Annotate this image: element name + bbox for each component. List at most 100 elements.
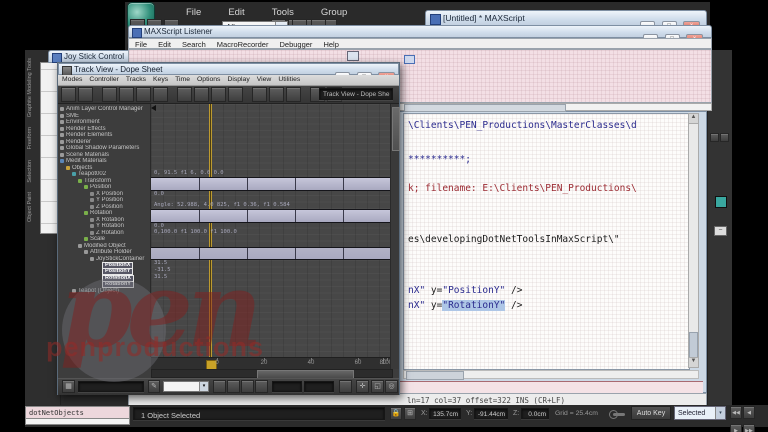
- exclude-left-end-icon[interactable]: [252, 87, 267, 102]
- side-tab-graphite-modeling-tools[interactable]: Graphite Modeling Tools: [27, 58, 33, 117]
- pan-icon[interactable]: ✛: [356, 380, 369, 393]
- simple-copy-icon[interactable]: [241, 380, 254, 393]
- vscroll-thumb[interactable]: [392, 107, 400, 151]
- lock-selection-icon[interactable]: [286, 87, 301, 102]
- previous-frame-button[interactable]: ◀: [743, 406, 755, 419]
- key-divider[interactable]: [295, 248, 296, 259]
- x-coordinate-field[interactable]: 135.7cm: [429, 408, 461, 419]
- mini-listener-field[interactable]: dotNetObjects: [25, 406, 130, 419]
- start-time-field[interactable]: [272, 381, 302, 392]
- tv-menu-controller[interactable]: Controller: [89, 75, 118, 83]
- hscroll-thumb[interactable]: [406, 371, 464, 380]
- tree-item-anim-layer-control-manager[interactable]: Anim Layer Control Manager: [58, 106, 150, 113]
- menu-edit[interactable]: Edit: [228, 7, 244, 18]
- scale-keys-icon[interactable]: [136, 87, 151, 102]
- tree-item-teapot-object-[interactable]: Teapot (Object): [58, 288, 150, 295]
- tv-menu-display[interactable]: Display: [227, 75, 249, 83]
- side-tab-object-paint[interactable]: Object Paint: [27, 192, 33, 222]
- key-stats-field[interactable]: [78, 381, 144, 392]
- trackview-hscrollbar[interactable]: [151, 369, 393, 379]
- side-tab-selection[interactable]: Selection: [27, 160, 33, 183]
- tree-item-global-shadow-parameters[interactable]: Global Shadow Parameters: [58, 145, 150, 152]
- selection-lock-icon[interactable]: 🔒: [390, 407, 402, 420]
- mini-listener-white-line[interactable]: [25, 419, 130, 425]
- key-divider[interactable]: [343, 177, 344, 190]
- utilities-hammer-icon[interactable]: [720, 133, 729, 142]
- trackview-key-panel[interactable]: 0, 91.5 f1 6, 0.0 0.0 0.0 Angle: 52.988, 4…: [151, 104, 393, 357]
- edit-ranges-icon[interactable]: [194, 87, 209, 102]
- key-divider[interactable]: [199, 248, 200, 259]
- tv-menu-options[interactable]: Options: [197, 75, 220, 83]
- chevron-down-icon[interactable]: ▾: [199, 382, 208, 391]
- selection-set-dropdown[interactable]: Selected ▾: [674, 406, 726, 420]
- select-keys-icon[interactable]: ▦: [62, 380, 75, 393]
- code-line[interactable]: **********;: [408, 154, 471, 165]
- trackview-titlebar[interactable]: Track View - Dope Sheet _ □ ×: [58, 63, 399, 83]
- listener-menu-debugger[interactable]: Debugger: [279, 39, 312, 49]
- editor-window-titlebar[interactable]: [Untitled] * MAXScript _ □ ×: [425, 10, 707, 32]
- scroll-up-icon[interactable]: ▲: [689, 114, 698, 124]
- track-set-icon[interactable]: ✎: [148, 380, 160, 393]
- listener-window-titlebar[interactable]: MAXScript Listener _ □ ×: [128, 25, 712, 45]
- auto-key-button[interactable]: Auto Key: [631, 406, 671, 420]
- editor-code-pane[interactable]: \Clients\PEN_Productions\MasterClasses\d…: [403, 113, 690, 370]
- listener-menu-file[interactable]: File: [135, 39, 147, 49]
- editor-vscrollbar[interactable]: ▲ ▼: [688, 113, 699, 368]
- listener-macro-icon[interactable]: [404, 55, 415, 64]
- tv-menu-tracks[interactable]: Tracks: [126, 75, 146, 83]
- z-coordinate-field[interactable]: 0.0cm: [521, 408, 549, 419]
- create-tab-icon[interactable]: [710, 133, 719, 142]
- absolute-mode-icon[interactable]: ⊞: [404, 407, 416, 420]
- code-line[interactable]: es\developingDotNetToolsInMaxScript\": [408, 234, 620, 245]
- draw-curves-icon[interactable]: [213, 380, 226, 393]
- add-keys-small-icon[interactable]: [227, 380, 240, 393]
- vscroll-thumb[interactable]: [689, 332, 698, 358]
- curve-editor-icon[interactable]: [78, 87, 93, 102]
- menu-tools[interactable]: Tools: [272, 7, 294, 18]
- editor-hscrollbar[interactable]: [403, 370, 699, 380]
- menu-group[interactable]: Group: [321, 7, 347, 18]
- hscroll-thumb[interactable]: [404, 104, 566, 112]
- position-ranges-icon[interactable]: [211, 87, 226, 102]
- listener-drag-icon[interactable]: [347, 51, 359, 61]
- lock-tangents-icon[interactable]: [255, 380, 268, 393]
- tv-menu-view[interactable]: View: [257, 75, 272, 83]
- tv-menu-utilities[interactable]: Utilities: [278, 75, 300, 83]
- recouple-ranges-icon[interactable]: [228, 87, 243, 102]
- side-tab-freeform[interactable]: Freeform: [27, 127, 33, 149]
- chevron-down-icon[interactable]: ▾: [715, 407, 725, 419]
- tv-menu-modes[interactable]: Modes: [62, 75, 82, 83]
- zoom-value-icon[interactable]: [339, 380, 352, 393]
- slide-keys-icon[interactable]: [119, 87, 134, 102]
- move-keys-icon[interactable]: [102, 87, 117, 102]
- key-divider[interactable]: [199, 209, 200, 222]
- listener-menu-help[interactable]: Help: [323, 39, 338, 49]
- code-line[interactable]: \Clients\PEN_Productions\MasterClasses\d: [408, 120, 637, 131]
- exclude-right-end-icon[interactable]: [269, 87, 284, 102]
- go-to-start-button[interactable]: ◀◀: [730, 406, 742, 419]
- key-divider[interactable]: [247, 248, 248, 259]
- code-line[interactable]: k; filename: E:\Clients\PEN_Productions\: [408, 183, 637, 194]
- listener-menu-search[interactable]: Search: [182, 39, 206, 49]
- y-coordinate-field[interactable]: -91.44cm: [474, 408, 508, 419]
- next-frame-button[interactable]: ▶▶: [743, 424, 755, 432]
- play-button[interactable]: ▶: [730, 424, 742, 432]
- end-time-field[interactable]: [304, 381, 334, 392]
- add-keys-icon[interactable]: [153, 87, 168, 102]
- listener-menu-edit[interactable]: Edit: [158, 39, 171, 49]
- spinner-minus-button[interactable]: –: [714, 226, 727, 236]
- trackview-vscrollbar[interactable]: [390, 104, 400, 369]
- trackview-hierarchy-tree[interactable]: Anim Layer Control Manager SME Environment…: [58, 104, 151, 357]
- menu-file[interactable]: File: [186, 7, 201, 18]
- tv-menu-keys[interactable]: Keys: [153, 75, 168, 83]
- key-divider[interactable]: [247, 209, 248, 222]
- zoom-icon[interactable]: ◎: [385, 380, 398, 393]
- key-divider[interactable]: [199, 177, 200, 190]
- code-line[interactable]: nX" y="RotationY" />: [408, 300, 522, 311]
- zoom-region-icon[interactable]: ◱: [371, 380, 384, 393]
- code-line[interactable]: nX" y="PositionY" />: [408, 285, 522, 296]
- key-divider[interactable]: [295, 209, 296, 222]
- range-bar[interactable]: [151, 208, 393, 223]
- range-bar[interactable]: [151, 176, 393, 191]
- key-value-spinner[interactable]: ▾: [163, 381, 209, 392]
